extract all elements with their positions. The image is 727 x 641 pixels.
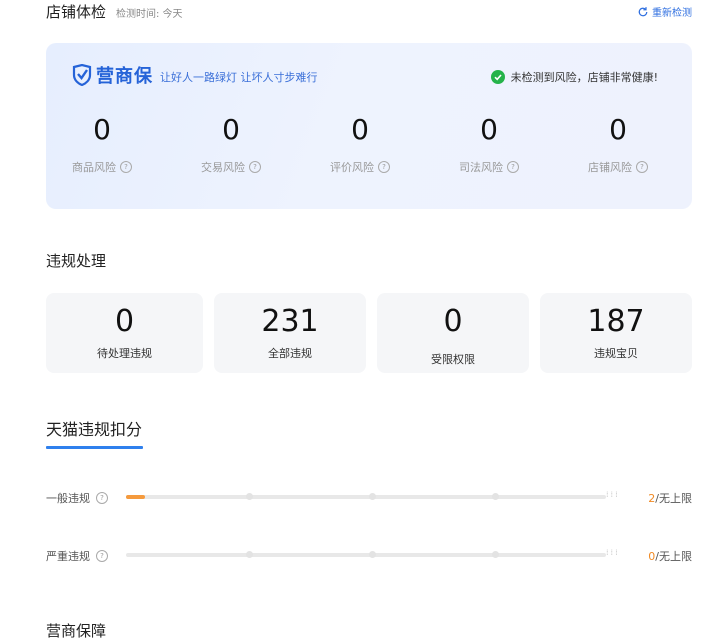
risk-label: 商品风险 (72, 161, 116, 174)
help-icon[interactable]: ? (96, 550, 108, 562)
help-icon[interactable]: ? (96, 492, 108, 504)
general-violation-progress (126, 493, 606, 500)
slogan: 让好人一路绿灯 让坏人寸步难行 (160, 71, 318, 84)
serious-violation-progress (126, 551, 606, 558)
risk-item-product[interactable]: 0 商品风险? (52, 113, 152, 175)
progress-ticks: ⁞⁞⁞ (606, 490, 620, 499)
progress-node (369, 493, 376, 500)
risk-value: 0 (480, 113, 498, 146)
help-icon[interactable]: ? (120, 161, 132, 173)
risk-value: 0 (609, 113, 627, 146)
violation-item-items[interactable]: 187 违规宝贝 (540, 293, 692, 373)
violations-title: 违规处理 (46, 252, 107, 270)
violation-label: 全部违规 (268, 347, 312, 360)
general-violation-score: 2/无上限 (648, 490, 692, 506)
help-icon[interactable]: ? (636, 161, 648, 173)
violation-label: 待处理违规 (97, 347, 152, 360)
risk-label: 店铺风险 (588, 161, 632, 174)
row-label-text: 一般违规 (46, 492, 90, 505)
progress-node (369, 551, 376, 558)
score-limit: /无上限 (655, 492, 692, 505)
risk-value: 0 (93, 113, 111, 146)
check-time-label: 检测时间: 今天 (116, 9, 183, 20)
store-health-card: 营商保 让好人一路绿灯 让坏人寸步难行 未检测到风险，店铺非常健康! 0 商品风… (46, 43, 692, 209)
help-icon[interactable]: ? (507, 161, 519, 173)
row-label-text: 严重违规 (46, 550, 90, 563)
violation-item-pending[interactable]: 0 待处理违规 (46, 293, 203, 373)
guarantee-title: 营商保障 (46, 622, 107, 640)
serious-violation-label: 严重违规 ? (46, 548, 108, 564)
risk-item-trade[interactable]: 0 交易风险? (181, 113, 281, 175)
risk-value: 0 (222, 113, 240, 146)
logo-text: 营商保 (96, 66, 153, 87)
yingshangbao-logo: 营商保 (72, 62, 153, 88)
help-icon[interactable]: ? (378, 161, 390, 173)
risk-value: 0 (351, 113, 369, 146)
violation-item-all[interactable]: 231 全部违规 (214, 293, 366, 373)
help-icon[interactable]: ? (249, 161, 261, 173)
risk-label: 评价风险 (330, 161, 374, 174)
shield-check-icon (72, 64, 92, 86)
tab-active-indicator (46, 446, 143, 449)
violation-value: 231 (261, 304, 319, 339)
health-status: 未检测到风险，店铺非常健康! (490, 69, 658, 85)
progress-node (246, 551, 253, 558)
risk-label: 司法风险 (459, 161, 503, 174)
general-violation-label: 一般违规 ? (46, 490, 108, 506)
check-circle-icon (490, 70, 505, 84)
status-text: 未检测到风险，店铺非常健康! (510, 71, 658, 84)
violation-value: 0 (114, 304, 135, 339)
progress-ticks: ⁞⁞⁞ (606, 548, 620, 557)
page-title: 店铺体检 (46, 3, 107, 21)
violation-label: 违规宝贝 (594, 347, 638, 360)
progress-node (492, 551, 499, 558)
recheck-button[interactable]: 重新检测 (637, 4, 692, 19)
serious-violation-score: 0/无上限 (648, 548, 692, 564)
progress-node (246, 493, 253, 500)
risk-item-judicial[interactable]: 0 司法风险? (439, 113, 539, 175)
tab-tmall-deduction[interactable]: 天猫违规扣分 (46, 416, 142, 440)
score-limit: /无上限 (655, 550, 692, 563)
risk-item-review[interactable]: 0 评价风险? (310, 113, 410, 175)
violation-value: 187 (587, 304, 645, 339)
risk-item-store[interactable]: 0 店铺风险? (568, 113, 668, 175)
refresh-icon (638, 6, 648, 16)
risk-label: 交易风险 (201, 161, 245, 174)
violation-label: 受限权限 (431, 353, 475, 366)
progress-fill (126, 495, 145, 499)
progress-node (492, 493, 499, 500)
recheck-label: 重新检测 (652, 8, 692, 19)
violation-value: 0 (443, 304, 463, 339)
violation-item-restricted[interactable]: 0 受限权限 (377, 293, 529, 373)
